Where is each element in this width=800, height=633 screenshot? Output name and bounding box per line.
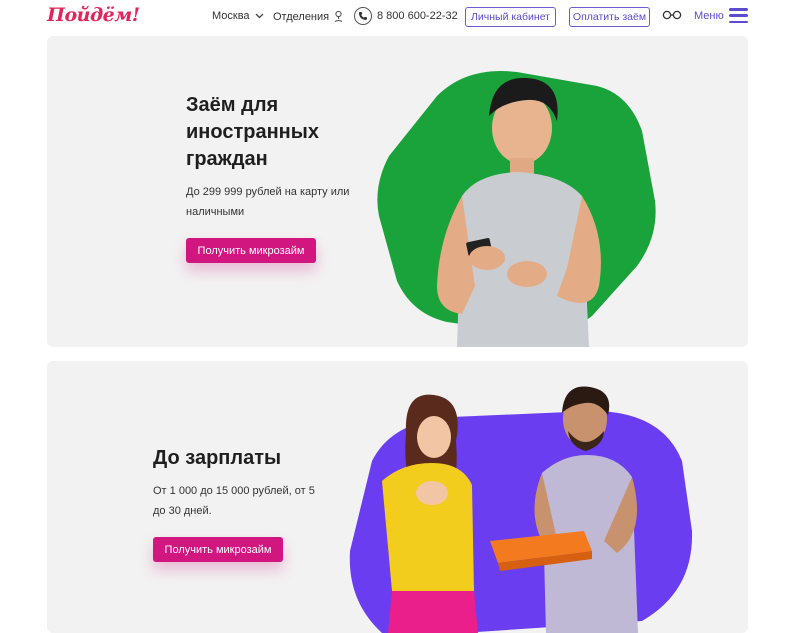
chevron-down-icon (255, 13, 264, 19)
glasses-icon[interactable] (662, 9, 682, 21)
site-header: Пойдём! Москва Отделения 8 800 600-22-32… (0, 0, 800, 34)
menu-label[interactable]: Меню (694, 10, 724, 22)
branches-label: Отделения (273, 10, 330, 23)
location-pin-icon (334, 10, 343, 22)
promo-illustration (349, 386, 693, 633)
logo[interactable]: Пойдём! (47, 4, 140, 26)
card-title: Заём для иностранных граждан (186, 94, 319, 170)
card-subtitle: До 299 999 рублей на карту или наличными (186, 186, 350, 218)
phone-link[interactable]: 8 800 600-22-32 (354, 7, 458, 25)
before-salary-loan-card: До зарплаты От 1 000 до 15 000 рублей, о… (47, 361, 748, 633)
get-microloan-button[interactable]: Получить микрозайм (186, 238, 316, 263)
city-label: Москва (212, 10, 250, 22)
phone-number: 8 800 600-22-32 (377, 10, 458, 22)
phone-icon (354, 7, 372, 25)
pay-loan-button[interactable]: Оплатить заём (569, 7, 650, 27)
city-selector[interactable]: Москва (212, 10, 264, 22)
personal-cabinet-button[interactable]: Личный кабинет (465, 7, 556, 27)
card-title: До зарплаты (153, 447, 282, 469)
branches-link[interactable]: Отделения (273, 10, 343, 23)
get-microloan-button[interactable]: Получить микрозайм (153, 537, 283, 562)
promo-illustration (377, 71, 656, 347)
card-subtitle: От 1 000 до 15 000 рублей, от 5 до 30 дн… (153, 485, 315, 517)
hamburger-icon[interactable] (729, 8, 748, 23)
foreign-citizens-loan-card: Заём для иностранных граждан До 299 999 … (47, 36, 748, 347)
